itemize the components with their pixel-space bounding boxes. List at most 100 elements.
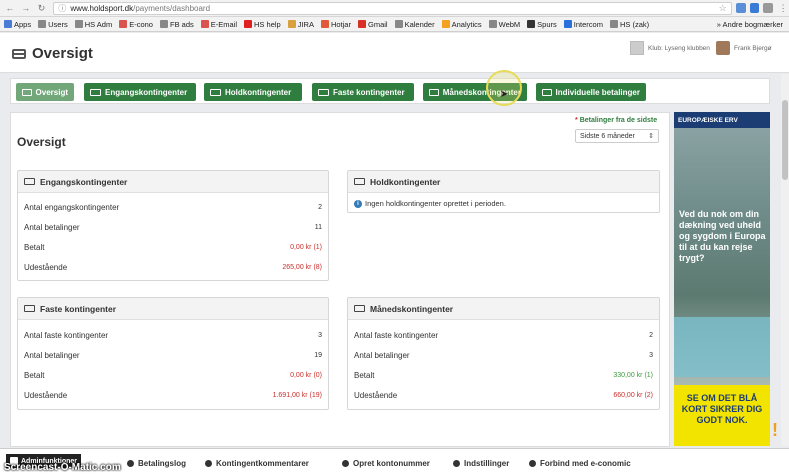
stat-row: Antal engangskontingenter 2 bbox=[24, 202, 322, 212]
bookmark-e-email[interactable]: E-Email bbox=[200, 20, 237, 29]
panel-maanedskontingenter: Månedskontingenter Antal faste kontingen… bbox=[347, 297, 660, 410]
address-bar[interactable]: ⓘ www.holdsport.dk/payments/dashboard ☆ bbox=[53, 1, 732, 15]
forward-icon[interactable]: → bbox=[20, 2, 32, 14]
stat-value: 1.691,00 kr (19) bbox=[272, 391, 322, 399]
link-kontingentkommentarer[interactable]: Kontingentkommentarer bbox=[205, 459, 309, 468]
stat-value: 3 bbox=[318, 331, 322, 339]
bookmark-apps[interactable]: Apps bbox=[4, 20, 31, 29]
stat-value: 2 bbox=[318, 203, 322, 211]
individual-payment-icon bbox=[542, 88, 552, 96]
extension-icon[interactable] bbox=[735, 3, 746, 13]
user-menu[interactable]: Frank Bjergø bbox=[716, 41, 772, 55]
period-select[interactable]: Sidste 6 måneder ⇕ bbox=[575, 129, 659, 143]
stat-row: Antal betalinger 3 bbox=[354, 350, 653, 360]
stat-row: Antal betalinger 11 bbox=[24, 222, 322, 232]
folder-icon bbox=[38, 20, 47, 28]
scrollbar-thumb[interactable] bbox=[782, 100, 788, 180]
link-betalingslog[interactable]: Betalingslog bbox=[127, 459, 186, 468]
bookmark-e-cono[interactable]: E-cono bbox=[119, 20, 153, 29]
menu-icon[interactable]: ⋮ bbox=[777, 2, 789, 14]
tab-oversigt[interactable]: Oversigt bbox=[16, 83, 74, 101]
url-host: www.holdsport.dk bbox=[70, 3, 134, 13]
select-caret-icon: ⇕ bbox=[648, 133, 654, 140]
credit-card-icon bbox=[12, 48, 26, 59]
link-indstillinger[interactable]: Indstillinger bbox=[453, 459, 509, 468]
bookmark-hotjar[interactable]: Hotjar bbox=[320, 20, 351, 29]
monthly-payment-icon bbox=[429, 88, 439, 96]
panel-holdkontingenter: Holdkontingenter i Ingen holdkontingenter… bbox=[347, 170, 660, 213]
panel-heading: Engangskontingenter bbox=[18, 171, 328, 193]
club-logo bbox=[630, 41, 644, 55]
bookmark-spurs[interactable]: Spurs bbox=[527, 20, 557, 29]
tab-engangskontingenter[interactable]: Engangskontingenter bbox=[84, 83, 196, 101]
site-icon bbox=[563, 20, 572, 28]
team-payment-icon bbox=[210, 88, 221, 96]
bookmarks-bar: Apps Users HS Adm E-cono FB ads E-Email … bbox=[0, 17, 789, 32]
tab-faste-kontingenter[interactable]: Faste kontingenter bbox=[312, 83, 414, 101]
bookmark-hs-help[interactable]: HS help bbox=[244, 20, 281, 29]
other-bookmarks[interactable]: » Andre bogmærker bbox=[717, 20, 783, 29]
tab-holdkontingenter[interactable]: Holdkontingenter bbox=[204, 83, 302, 101]
stat-value: 19 bbox=[314, 351, 322, 359]
stat-value: 11 bbox=[314, 223, 322, 231]
mouse-pointer-icon: ➤ bbox=[500, 89, 509, 100]
stat-row: Udestående 1.691,00 kr (19) bbox=[24, 390, 322, 400]
youtube-icon bbox=[244, 20, 253, 28]
bookmark-analytics[interactable]: Analytics bbox=[441, 20, 482, 29]
apps-icon bbox=[4, 20, 12, 28]
site-icon bbox=[119, 20, 128, 28]
panel-heading: Faste kontingenter bbox=[18, 298, 328, 320]
bookmark-hs-adm[interactable]: HS Adm bbox=[74, 20, 112, 29]
one-time-payment-icon bbox=[24, 178, 35, 185]
club-selector[interactable]: Klub: Lyseng klubben bbox=[630, 41, 710, 55]
stat-row: Udestående 265,00 kr (8) bbox=[24, 262, 322, 272]
ad-footer: SE OM DET BLÅ KORT SIKRER DIG GODT NOK. bbox=[674, 385, 770, 446]
chat-widget-icon[interactable]: ! bbox=[772, 420, 786, 446]
link-forbind-economic[interactable]: Forbind med e-conomic bbox=[529, 459, 631, 468]
bookmark-fb-ads[interactable]: FB ads bbox=[159, 20, 194, 29]
gear-icon bbox=[453, 460, 460, 467]
ad-brand: EUROPÆISKE ERV bbox=[674, 112, 770, 128]
bookmark-star-icon[interactable]: ☆ bbox=[719, 3, 727, 14]
stat-value: 660,00 kr (2) bbox=[613, 391, 653, 399]
bookmark-users[interactable]: Users bbox=[38, 20, 68, 29]
page-info-icon[interactable]: ⓘ bbox=[58, 3, 66, 14]
bookmark-kalender[interactable]: Kalender bbox=[394, 20, 435, 29]
bookmark-hs-zak[interactable]: HS (zak) bbox=[609, 20, 649, 29]
site-icon bbox=[287, 20, 296, 28]
bookmark-gmail[interactable]: Gmail bbox=[357, 20, 388, 29]
stat-row: Betalt 0,00 kr (0) bbox=[24, 370, 322, 380]
panel-faste-kontingenter: Faste kontingenter Antal faste kontingen… bbox=[17, 297, 329, 410]
panel-heading: Månedskontingenter bbox=[348, 298, 659, 320]
cursor-highlight bbox=[486, 70, 522, 106]
panel-engangskontingenter: Engangskontingenter Antal engangskonting… bbox=[17, 170, 329, 281]
site-icon bbox=[200, 20, 209, 28]
comment-icon bbox=[205, 460, 212, 467]
plus-circle-icon bbox=[342, 460, 349, 467]
site-icon bbox=[527, 20, 536, 28]
bookmark-webm[interactable]: WebM bbox=[488, 20, 520, 29]
folder-icon bbox=[394, 20, 403, 28]
back-icon[interactable]: ← bbox=[4, 2, 16, 14]
stat-value: 265,00 kr (8) bbox=[282, 263, 322, 271]
page-header: Oversigt Klub: Lyseng klubben Frank Bjer… bbox=[0, 33, 789, 73]
team-payment-icon bbox=[354, 178, 365, 185]
bookmark-intercom[interactable]: Intercom bbox=[563, 20, 603, 29]
tab-individuelle-betalinger[interactable]: Individuelle betalinger bbox=[536, 83, 646, 101]
link-opret-kontonummer[interactable]: Opret kontonummer bbox=[342, 459, 430, 468]
recurring-payment-icon bbox=[318, 88, 329, 96]
extension-check-icon[interactable] bbox=[749, 3, 760, 13]
reload-icon[interactable]: ↻ bbox=[36, 2, 48, 14]
bookmark-jira[interactable]: JIRA bbox=[287, 20, 314, 29]
stat-value: 0,00 kr (1) bbox=[290, 243, 322, 251]
log-icon bbox=[127, 460, 134, 467]
extension-icon[interactable] bbox=[763, 3, 774, 13]
site-icon bbox=[320, 20, 329, 28]
ad-headline: Ved du nok om din dækning ved uheld og s… bbox=[679, 209, 766, 263]
info-message: i Ingen holdkontingenter oprettet i perio… bbox=[354, 199, 506, 208]
ad-image bbox=[674, 317, 770, 377]
browser-toolbar: ← → ↻ ⓘ www.holdsport.dk/payments/dashbo… bbox=[0, 0, 789, 17]
tab-bar: Oversigt Engangskontingenter Holdkonting… bbox=[10, 78, 770, 104]
advertisement[interactable]: EUROPÆISKE ERV Ved du nok om din dækning… bbox=[674, 112, 770, 446]
url-path: /payments/dashboard bbox=[133, 3, 211, 13]
